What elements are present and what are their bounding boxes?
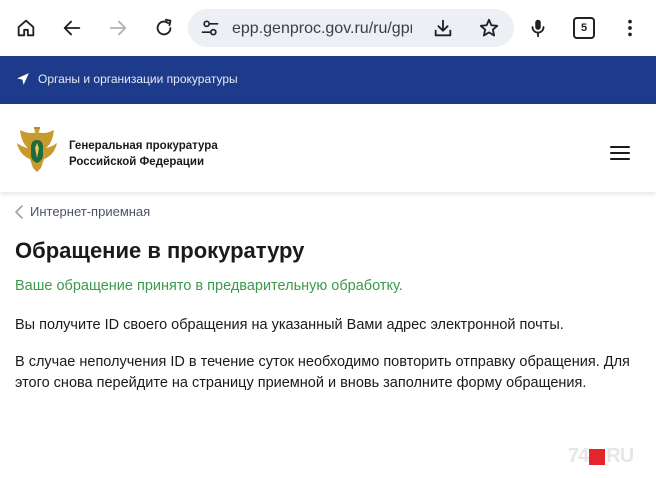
- tune-icon[interactable]: [200, 18, 220, 38]
- home-icon: [17, 19, 35, 37]
- star-icon[interactable]: [478, 17, 500, 39]
- watermark-square: [589, 448, 606, 465]
- status-message: Ваше обращение принято в предварительную…: [15, 278, 403, 294]
- forward-button[interactable]: [100, 10, 136, 46]
- watermark-left: 74: [568, 445, 589, 467]
- chevron-left-icon: [15, 205, 23, 219]
- browser-toolbar: epp.genproc.gov.ru/ru/gpr 5: [0, 0, 656, 56]
- address-bar[interactable]: epp.genproc.gov.ru/ru/gpr: [188, 9, 514, 47]
- arrow-left-icon: [63, 20, 81, 36]
- site-header: Генеральная прокуратура Российской Федер…: [0, 104, 656, 192]
- reload-button[interactable]: [146, 10, 182, 46]
- home-button[interactable]: [8, 10, 44, 46]
- organizations-link[interactable]: Органы и организации прокуратуры: [38, 71, 238, 87]
- back-button[interactable]: [54, 10, 90, 46]
- url-text[interactable]: epp.genproc.gov.ru/ru/gpr: [232, 19, 412, 39]
- prosecutor-emblem-icon[interactable]: [14, 126, 60, 174]
- navigation-arrow-icon: [17, 73, 29, 85]
- more-vert-icon: [628, 19, 632, 37]
- hamburger-menu-icon[interactable]: [610, 146, 630, 162]
- watermark-logo: 74 RU: [568, 445, 634, 467]
- info-paragraph-2: В случае неполучения ID в течение суток …: [15, 354, 630, 391]
- info-paragraph-1: Вы получите ID своего обращения на указа…: [15, 317, 564, 333]
- tab-switcher-button[interactable]: 5: [566, 10, 602, 46]
- reload-icon: [156, 18, 172, 36]
- watermark-right: RU: [606, 445, 634, 467]
- breadcrumb[interactable]: Интернет-приемная: [14, 203, 150, 221]
- organizations-bar: Органы и организации прокуратуры: [0, 56, 656, 104]
- arrow-right-icon: [109, 20, 127, 36]
- breadcrumb-label[interactable]: Интернет-приемная: [30, 203, 150, 221]
- download-icon[interactable]: [432, 17, 454, 39]
- browser-menu-button[interactable]: [612, 10, 648, 46]
- organization-name-line2: Российской Федерации: [69, 156, 205, 168]
- tab-count: 5: [573, 17, 595, 39]
- organization-name[interactable]: Генеральная прокуратура Российской Федер…: [69, 138, 218, 170]
- voice-search-button[interactable]: [520, 10, 556, 46]
- page-title: Обращение в прокуратуру: [15, 238, 305, 263]
- organization-name-line1: Генеральная прокуратура: [69, 140, 218, 152]
- microphone-icon: [531, 19, 545, 38]
